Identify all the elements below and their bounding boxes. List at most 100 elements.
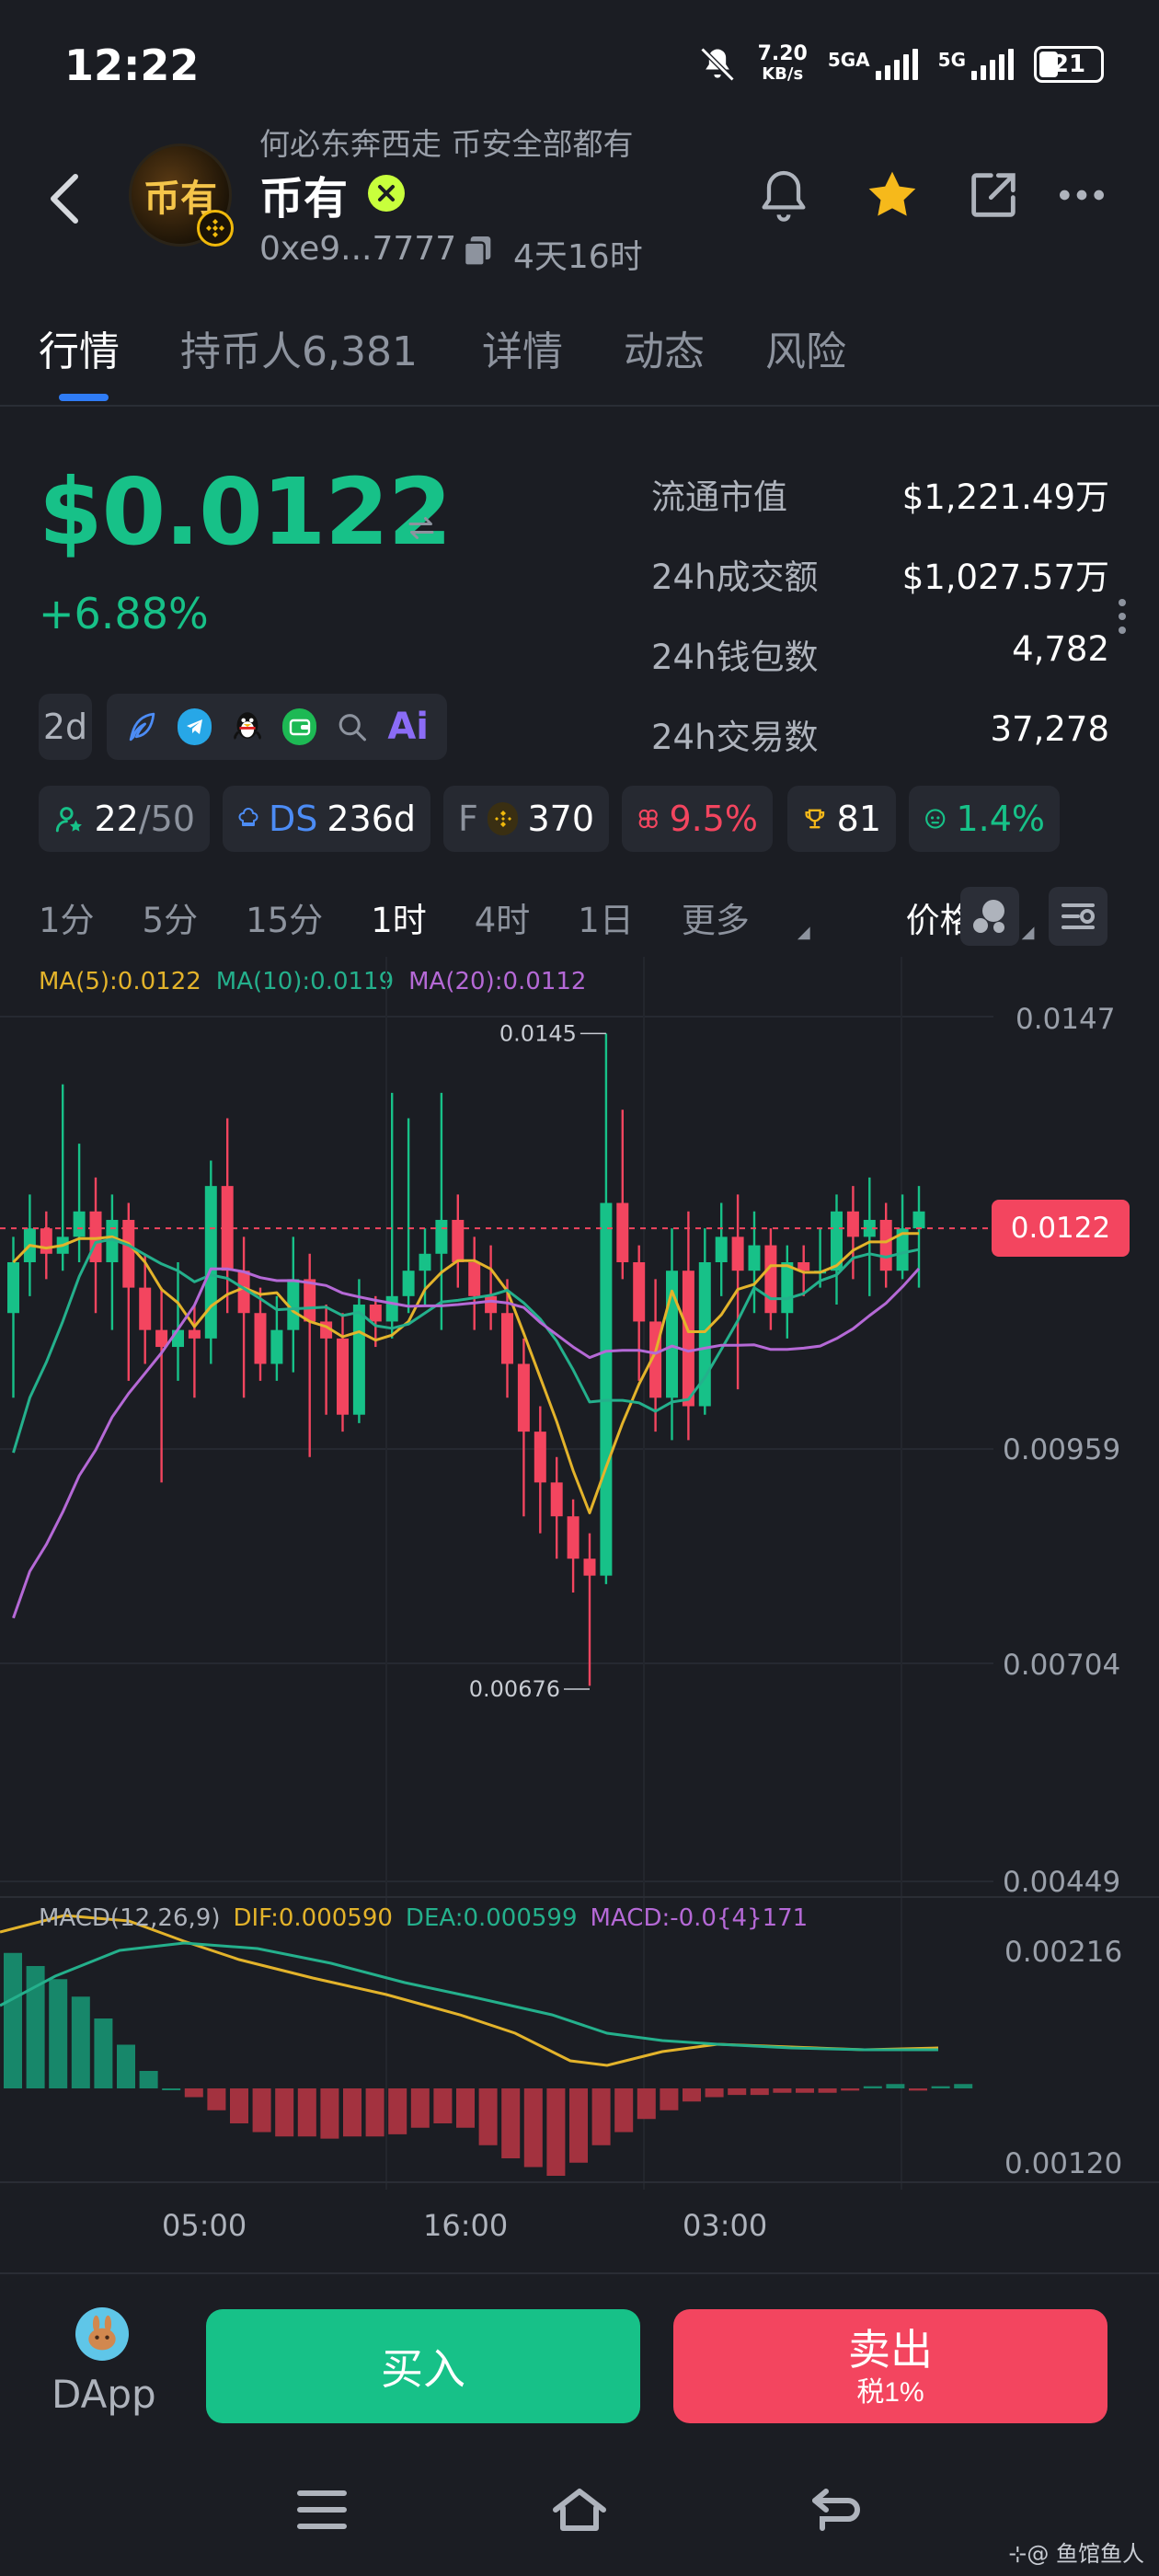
candle-body <box>254 1313 267 1364</box>
interval-15m[interactable]: 15分 <box>246 892 323 942</box>
stats-panel: 流通市值 $1,221.49万 24h成交额 $1,027.57万 24h钱包数… <box>651 469 1109 789</box>
candle-body <box>7 1261 19 1314</box>
swap-icon[interactable] <box>405 512 438 545</box>
stat-label: 流通市值 <box>651 477 787 517</box>
candle-body <box>204 1186 217 1339</box>
macd-bar <box>546 2088 566 2176</box>
f-metric[interactable]: F 370 <box>443 786 609 852</box>
macd-bar <box>297 2088 316 2137</box>
interval-1d[interactable]: 1日 <box>578 892 634 942</box>
ghost-metric[interactable]: 1.4% <box>909 786 1060 852</box>
back-arrow-icon[interactable] <box>46 171 83 226</box>
macd-bar <box>456 2088 475 2128</box>
indicator-toggle-button[interactable] <box>960 887 1019 946</box>
sell-tax-label: 税1% <box>856 2377 924 2408</box>
chart-settings-button[interactable] <box>1049 887 1107 946</box>
signal-icon-2: 5G <box>938 49 1014 80</box>
watermark: ⊹@ 鱼馆鱼人 <box>1008 2541 1144 2567</box>
macd-bar <box>931 2086 950 2088</box>
macd-bar <box>388 2088 407 2134</box>
macd-bar <box>683 2088 701 2102</box>
stat-market-cap: 流通市值 $1,221.49万 <box>651 469 1109 549</box>
back-nav-icon[interactable] <box>808 2484 866 2536</box>
dapp-label[interactable]: DApp <box>52 2372 156 2417</box>
candle-body <box>385 1295 398 1322</box>
status-time: 12:22 <box>64 40 200 90</box>
telegram-icon[interactable] <box>178 708 212 745</box>
candle-body <box>188 1329 201 1339</box>
trophy-metric[interactable]: 81 <box>787 786 896 852</box>
candlestick-chart[interactable]: 0.0145 0.00676 <box>0 957 1159 2263</box>
interval-1m[interactable]: 1分 <box>39 892 95 942</box>
macd-bar <box>569 2088 588 2163</box>
dif-label: DIF:0.000590 <box>233 1904 393 1932</box>
candle-body <box>501 1313 513 1364</box>
tab-details[interactable]: 详情 <box>482 318 563 377</box>
stat-value: $1,221.49万 <box>901 477 1109 517</box>
ghost-icon <box>925 809 946 829</box>
interval-more[interactable]: 更多 ◢ <box>682 892 858 942</box>
macd-bar <box>94 2018 113 2088</box>
macd-bar <box>523 2088 543 2168</box>
buy-button[interactable]: 买入 <box>206 2309 640 2423</box>
caret-icon: ◢ <box>1021 923 1035 942</box>
token-slogan: 何必东奔西走 币安全部都有 <box>259 126 634 162</box>
f-label: F <box>458 799 478 839</box>
home-icon[interactable] <box>550 2484 609 2536</box>
qq-penguin-icon[interactable] <box>230 708 264 745</box>
holders-metric[interactable]: 22/50 <box>39 786 210 852</box>
ai-badge[interactable]: Ai <box>387 706 429 748</box>
social-links: Ai <box>107 694 447 760</box>
macd-bar <box>320 2088 339 2139</box>
stat-label: 24h交易数 <box>651 718 819 757</box>
macd-bar <box>252 2088 271 2133</box>
macd-bar <box>750 2088 769 2096</box>
candle-body <box>534 1432 546 1483</box>
candle-body <box>337 1338 349 1415</box>
macd-bar <box>139 2071 158 2088</box>
token-age: 4天16时 <box>513 238 643 276</box>
candle-body <box>40 1228 52 1254</box>
tab-activity[interactable]: 动态 <box>624 318 705 377</box>
price-axis-label: 0.00449 <box>1003 1866 1121 1899</box>
caret-icon: ◢ <box>797 923 810 942</box>
pancake-bunny-icon[interactable] <box>75 2307 129 2361</box>
wallet-icon[interactable] <box>282 708 317 745</box>
interval-4h[interactable]: 4时 <box>475 892 531 942</box>
candle-body <box>122 1219 135 1288</box>
tab-risk[interactable]: 风险 <box>765 318 846 377</box>
stat-volume: 24h成交额 $1,027.57万 <box>651 549 1109 629</box>
buy-label: 买入 <box>381 2345 465 2393</box>
macd-bar <box>365 2088 384 2137</box>
user-star-icon <box>55 807 82 833</box>
candle-body <box>600 1202 613 1576</box>
more-icon[interactable] <box>1052 166 1111 224</box>
bell-icon[interactable] <box>754 166 813 224</box>
feather-icon[interactable] <box>125 708 159 745</box>
menu-icon[interactable] <box>293 2484 351 2536</box>
macd-bar <box>343 2088 361 2137</box>
macd-bar <box>591 2088 611 2145</box>
candle-body <box>550 1482 563 1517</box>
star-icon[interactable] <box>863 166 922 224</box>
tab-market[interactable]: 行情 <box>39 318 120 377</box>
sell-button[interactable]: 卖出 税1% <box>673 2309 1107 2423</box>
top10-metric[interactable]: 9.5% <box>622 786 773 852</box>
macd-bar <box>433 2088 453 2123</box>
dev-metric[interactable]: DS 236d <box>223 786 430 852</box>
copy-icon[interactable] <box>460 232 497 269</box>
candle-body <box>419 1253 431 1271</box>
candle-body <box>846 1211 859 1237</box>
candle-body <box>583 1558 596 1576</box>
interval-5m[interactable]: 5分 <box>143 892 199 942</box>
interval-1h[interactable]: 1时 <box>371 892 427 942</box>
tab-holders[interactable]: 持币人6,381 <box>180 318 418 377</box>
share-icon[interactable] <box>964 166 1023 224</box>
vertical-more-icon[interactable] <box>1117 598 1128 635</box>
divider <box>0 2272 1159 2274</box>
net-speed-unit: KB/s <box>762 64 804 84</box>
holders-count: 22 <box>94 799 139 839</box>
period-chip[interactable]: 2d <box>39 694 92 760</box>
macd-bar <box>954 2084 973 2088</box>
search-icon[interactable] <box>335 708 369 745</box>
